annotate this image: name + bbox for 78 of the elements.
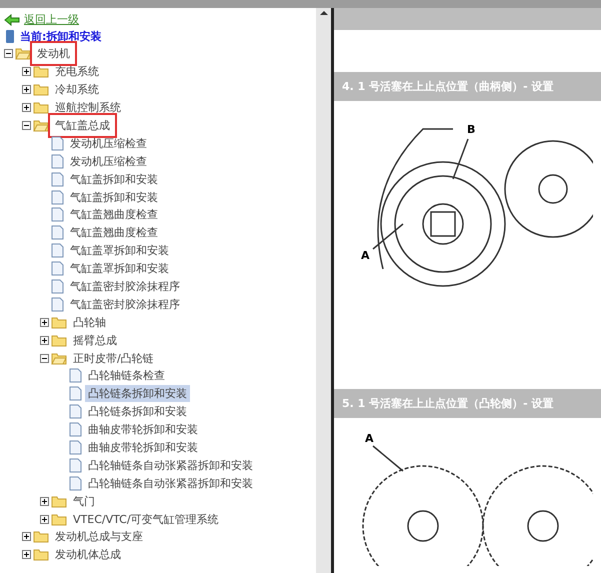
folder-icon — [33, 548, 49, 562]
folder-icon — [51, 512, 67, 526]
tree-item[interactable]: VTEC/VTC/可变气缸管理系统 — [70, 510, 222, 528]
expand-toggle[interactable] — [22, 103, 31, 112]
tree-item[interactable]: 气缸盖罩拆卸和安装 — [67, 242, 172, 260]
folder-icon — [33, 101, 49, 114]
computer-icon — [4, 29, 16, 44]
collapse-toggle[interactable] — [40, 354, 49, 363]
document-icon — [51, 243, 64, 258]
document-icon — [69, 476, 82, 491]
document-icon — [51, 136, 64, 151]
tree-item[interactable]: 巡航控制系统 — [52, 99, 124, 116]
document-icon — [51, 225, 64, 240]
document-icon — [69, 404, 82, 420]
tree-item[interactable]: 发动机压缩检查 — [67, 152, 150, 170]
collapse-toggle[interactable] — [4, 49, 13, 58]
expand-toggle[interactable] — [22, 532, 31, 542]
document-icon — [51, 296, 64, 312]
folder-icon — [33, 119, 49, 132]
tree-item[interactable]: 曲轴皮带轮拆卸和安装 — [85, 439, 201, 456]
document-icon — [51, 190, 64, 205]
back-link[interactable]: 返回上一级 — [24, 12, 79, 27]
tree-item[interactable]: 气缸盖翘曲度检查 — [67, 206, 161, 224]
folder-icon — [51, 352, 67, 365]
tree-item[interactable]: 气缸盖翘曲度检查 — [67, 224, 161, 242]
document-icon — [51, 207, 64, 222]
tree-item[interactable]: 凸轮轴 — [70, 314, 109, 331]
tree-item[interactable]: 凸轮轴链条自动张紧器拆卸和安装 — [85, 474, 256, 492]
collapse-toggle[interactable] — [22, 121, 31, 130]
document-icon — [51, 172, 64, 187]
scroll-up-arrow-icon[interactable] — [320, 8, 328, 18]
tree-item[interactable]: 曲轴皮带轮拆卸和安装 — [85, 421, 201, 438]
document-icon — [69, 368, 82, 384]
tree-item[interactable]: 气缸盖密封胶涂抹程序 — [67, 296, 183, 313]
expand-toggle[interactable] — [40, 336, 49, 345]
expand-toggle[interactable] — [40, 496, 49, 506]
document-icon — [51, 154, 64, 169]
expand-toggle[interactable] — [40, 318, 49, 327]
document-icon — [51, 279, 64, 294]
tree-item[interactable]: 凸轮轴链条检查 — [85, 367, 168, 384]
folder-icon — [51, 334, 67, 347]
folder-icon — [51, 316, 67, 329]
document-icon — [51, 261, 64, 276]
folder-icon — [33, 83, 49, 96]
current-location: 当前:拆卸和安装 — [20, 29, 102, 44]
tree-item[interactable]: 气缸盖密封胶涂抹程序 — [67, 278, 183, 296]
section-heading: 5. 1 号活塞在上止点位置（凸轮侧）- 设置 — [334, 389, 601, 418]
section-heading: 4. 1 号活塞在上止点位置（曲柄侧）- 设置 — [334, 72, 601, 101]
tree-item[interactable]: 正时皮带/凸轮链 — [70, 350, 157, 367]
crankshaft-pulley-drawing: B A — [342, 109, 592, 309]
folder-icon — [51, 494, 67, 508]
tree-item[interactable]: 凸轮轴链条自动张紧器拆卸和安装 — [85, 456, 256, 474]
tree-item[interactable]: 凸轮链条拆卸和安装 — [85, 403, 190, 420]
tree-item[interactable]: 发动机压缩检查 — [67, 134, 150, 152]
folder-icon — [33, 65, 49, 78]
document-icon — [69, 422, 82, 438]
tree-item[interactable]: 气缸盖拆卸和安装 — [67, 170, 161, 188]
tree-item[interactable]: 冷却系统 — [52, 81, 102, 98]
expand-toggle[interactable] — [40, 514, 49, 524]
tree-item[interactable]: 气缸盖罩拆卸和安装 — [67, 260, 172, 278]
expand-toggle[interactable] — [22, 85, 31, 94]
tree-item[interactable]: 发动机总成与支座 — [52, 528, 146, 546]
camshaft-sprocket-drawing: A — [342, 426, 592, 566]
scrollbar[interactable] — [316, 8, 331, 573]
document-icon — [69, 440, 82, 456]
expand-toggle[interactable] — [22, 67, 31, 76]
expand-toggle[interactable] — [22, 550, 31, 560]
document-icon — [69, 458, 82, 473]
tree-item[interactable]: 凸轮链条拆卸和安装 — [85, 385, 190, 402]
document-icon — [69, 386, 82, 402]
back-arrow-icon[interactable] — [4, 14, 20, 26]
folder-icon — [33, 530, 49, 544]
tree-item[interactable]: 发动机体总成 — [52, 546, 124, 564]
tree-item[interactable]: 充电系统 — [52, 63, 102, 80]
tree-item[interactable]: 气门 — [70, 492, 98, 510]
folder-icon — [15, 47, 31, 60]
tree-item[interactable]: 摇臂总成 — [70, 332, 120, 349]
tree-item[interactable]: 气缸盖拆卸和安装 — [67, 188, 161, 206]
